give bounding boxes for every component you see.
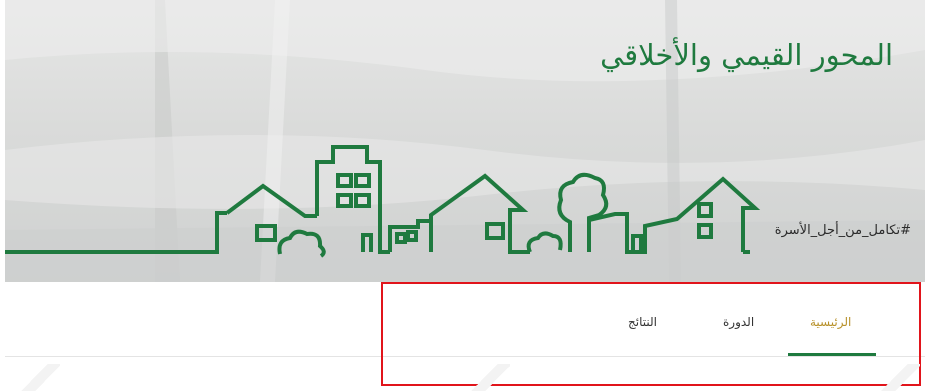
watermark-shape [470, 364, 510, 391]
tab-results[interactable]: النتائج [628, 315, 657, 329]
watermark-shape [20, 364, 60, 391]
header-banner: المحور القيمي والأخلاقي #تكامل_من_أجل_ال… [5, 0, 925, 282]
banner-hashtag: #تكامل_من_أجل_الأسرة [774, 223, 911, 238]
watermark-shape [880, 364, 920, 391]
tab-home[interactable]: الرئيسية [810, 315, 851, 329]
banner-title: المحور القيمي والأخلاقي [600, 38, 893, 72]
tab-course[interactable]: الدورة [723, 315, 754, 329]
nav-divider [5, 356, 925, 357]
page: المحور القيمي والأخلاقي #تكامل_من_أجل_ال… [0, 0, 925, 391]
nav-highlight-box [381, 282, 921, 386]
